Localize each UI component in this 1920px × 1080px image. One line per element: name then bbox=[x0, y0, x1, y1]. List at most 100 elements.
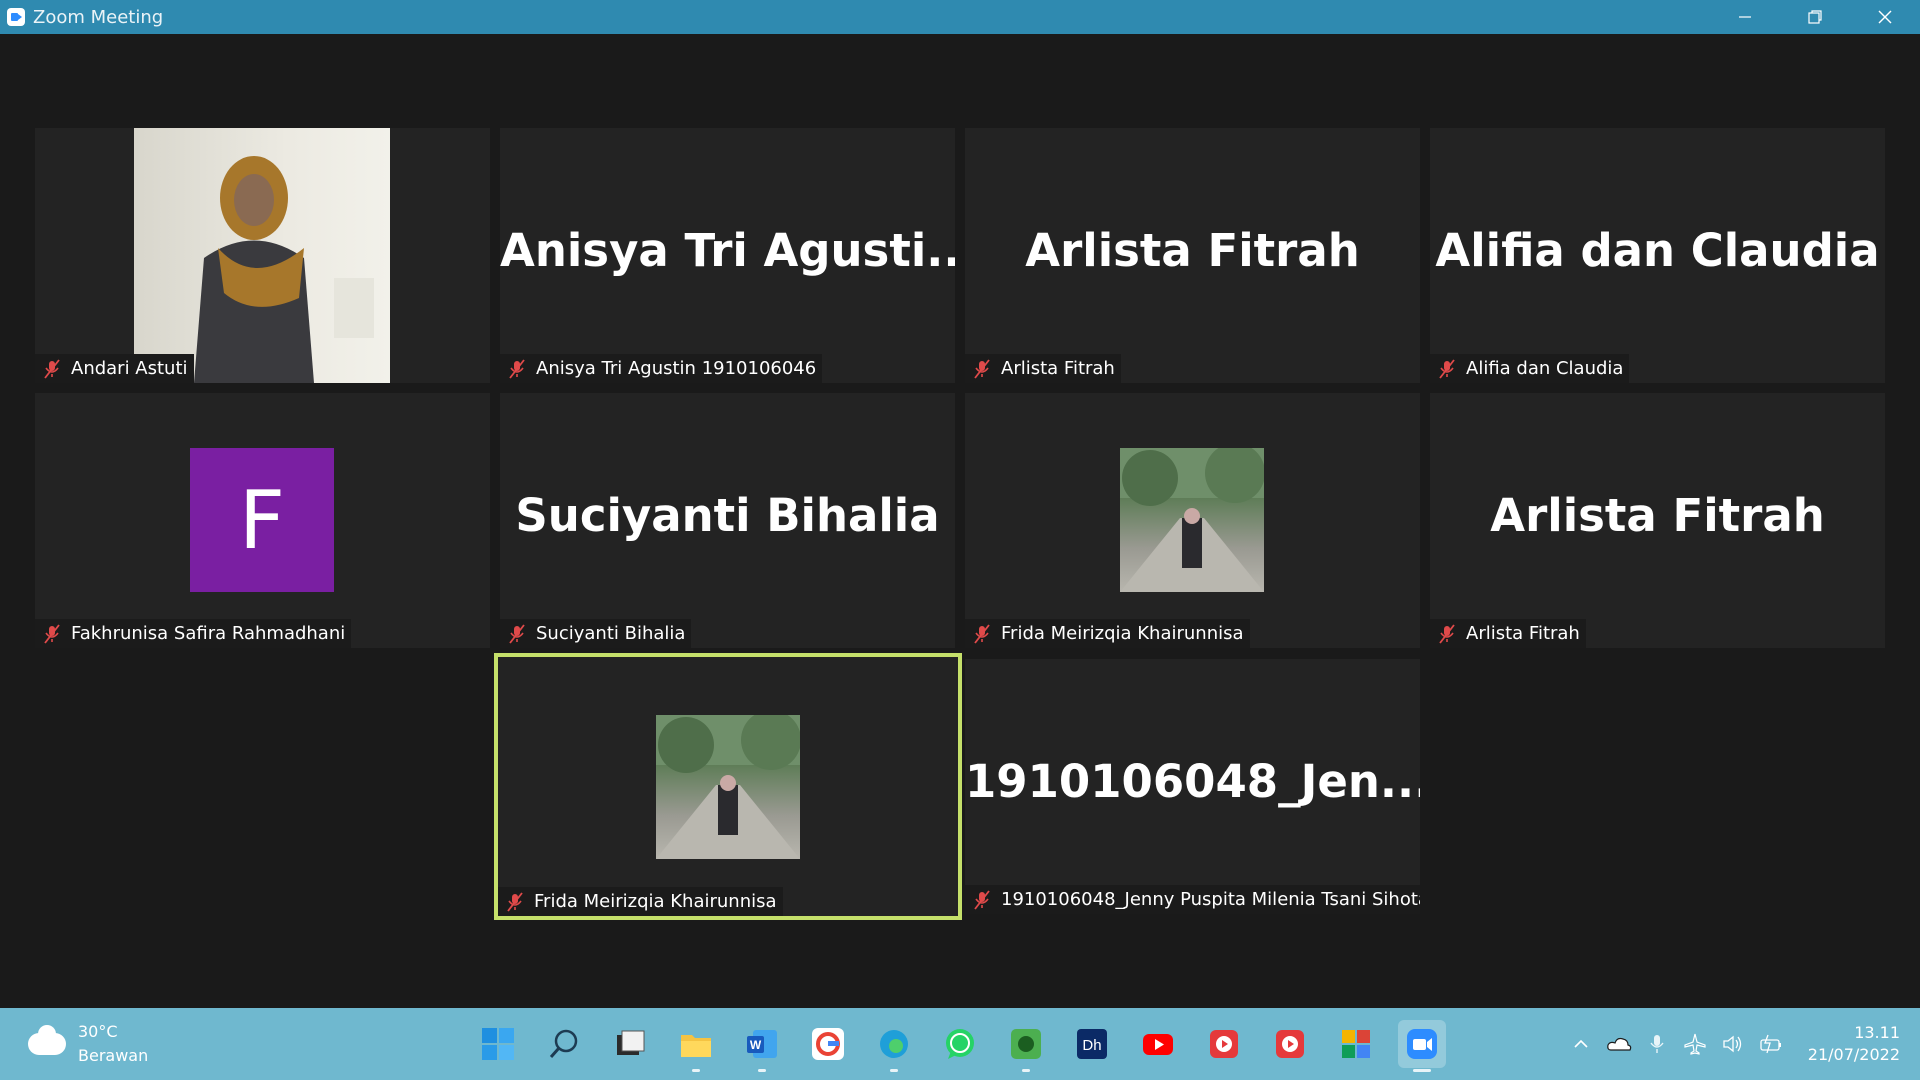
muted-mic-icon bbox=[509, 623, 525, 644]
clock-time: 13.11 bbox=[1854, 1023, 1900, 1042]
running-indicator bbox=[1413, 1069, 1431, 1072]
youtube-button[interactable] bbox=[1134, 1020, 1182, 1068]
whatsapp-icon bbox=[946, 1029, 974, 1059]
video-tile-andari[interactable]: Andari Astuti bbox=[35, 128, 490, 383]
video-tile-anisya[interactable]: Anisya Tri Agusti... Anisya Tri Agustin … bbox=[500, 128, 955, 383]
running-indicator bbox=[890, 1069, 898, 1072]
svg-text:W: W bbox=[750, 1038, 762, 1052]
minimize-icon bbox=[1739, 16, 1751, 18]
folder-icon bbox=[681, 1035, 711, 1057]
player-button-2[interactable] bbox=[1266, 1020, 1314, 1068]
chrome-button[interactable] bbox=[804, 1020, 852, 1068]
app-green-button[interactable] bbox=[1002, 1020, 1050, 1072]
profile-picture bbox=[656, 710, 801, 859]
microphone-button[interactable] bbox=[1642, 1029, 1672, 1059]
player-button[interactable] bbox=[1200, 1020, 1248, 1068]
video-tile-alifia[interactable]: Alifia dan Claudia Alifia dan Claudia bbox=[1430, 128, 1885, 383]
muted-mic-icon bbox=[974, 623, 990, 644]
app-dh-button[interactable]: Dh bbox=[1068, 1020, 1116, 1068]
cloud-icon bbox=[1606, 1037, 1632, 1051]
video-tile-frida-active[interactable]: Frida Meirizqia Khairunnisa bbox=[494, 653, 962, 920]
battery-charging-icon bbox=[1760, 1034, 1781, 1054]
onedrive-button[interactable] bbox=[1604, 1029, 1634, 1059]
participant-nameplate: Anisya Tri Agustin 1910106046 bbox=[500, 354, 823, 383]
participant-nameplate: Frida Meirizqia Khairunnisa bbox=[965, 619, 1250, 648]
task-view-button[interactable] bbox=[606, 1020, 654, 1068]
muted-mic-icon bbox=[44, 623, 60, 644]
participant-name: Anisya Tri Agustin 1910106046 bbox=[536, 358, 817, 379]
participant-name: 1910106048_Jenny Puspita Milenia Tsani S… bbox=[1001, 889, 1420, 910]
muted-mic-icon bbox=[1439, 623, 1455, 644]
participant-name: Frida Meirizqia Khairunnisa bbox=[534, 891, 777, 912]
file-explorer-button[interactable] bbox=[672, 1020, 720, 1072]
puzzle-app-button[interactable] bbox=[1332, 1020, 1380, 1068]
green-app-icon bbox=[1011, 1029, 1041, 1059]
restore-icon bbox=[1808, 10, 1822, 24]
muted-mic-icon bbox=[1439, 358, 1455, 379]
video-tile-fakhrunisa[interactable]: F Fakhrunisa Safira Rahmadhani bbox=[35, 393, 490, 648]
muted-mic-icon bbox=[974, 889, 990, 910]
muted-mic-icon bbox=[507, 891, 523, 912]
close-button[interactable] bbox=[1850, 0, 1920, 34]
play-icon bbox=[1276, 1030, 1304, 1058]
chevron-up-icon bbox=[1574, 1039, 1588, 1048]
person-photo-image bbox=[194, 156, 374, 383]
participant-nameplate: Andari Astuti bbox=[35, 354, 194, 383]
minimize-button[interactable] bbox=[1710, 0, 1780, 34]
running-indicator bbox=[692, 1069, 700, 1072]
muted-mic-icon bbox=[44, 358, 60, 379]
video-tile-jenny[interactable]: 1910106048_Jen... 1910106048_Jenny Puspi… bbox=[965, 659, 1420, 914]
running-indicator bbox=[1022, 1069, 1030, 1072]
participant-display-name: Alifia dan Claudia bbox=[1435, 224, 1880, 277]
profile-photo-image bbox=[656, 710, 801, 859]
participant-nameplate: Fakhrunisa Safira Rahmadhani bbox=[35, 619, 352, 648]
video-tile-arlista[interactable]: Arlista Fitrah Arlista Fitrah bbox=[965, 128, 1420, 383]
cloud-icon bbox=[28, 1025, 66, 1055]
video-tile-suciyanti[interactable]: Suciyanti Bihalia Suciyanti Bihalia bbox=[500, 393, 955, 648]
task-view-icon bbox=[617, 1030, 645, 1055]
participant-display-name: Anisya Tri Agusti... bbox=[500, 224, 955, 277]
muted-mic-icon bbox=[509, 358, 525, 379]
participant-nameplate: Arlista Fitrah bbox=[1430, 619, 1586, 648]
microphone-icon bbox=[1650, 1035, 1664, 1053]
profile-photo-image bbox=[1120, 443, 1265, 592]
weather-condition: Berawan bbox=[78, 1046, 149, 1065]
muted-mic-icon bbox=[974, 358, 990, 379]
participant-display-name: Arlista Fitrah bbox=[1025, 224, 1360, 277]
edge-icon bbox=[880, 1030, 908, 1058]
battery-button[interactable] bbox=[1756, 1029, 1786, 1059]
svg-text:Dh: Dh bbox=[1082, 1037, 1101, 1054]
zoom-button[interactable] bbox=[1398, 1020, 1446, 1072]
participant-nameplate: 1910106048_Jenny Puspita Milenia Tsani S… bbox=[965, 885, 1420, 914]
show-hidden-icons-button[interactable] bbox=[1566, 1029, 1596, 1059]
participant-nameplate: Suciyanti Bihalia bbox=[500, 619, 692, 648]
restore-button[interactable] bbox=[1780, 0, 1850, 34]
word-button[interactable]: W bbox=[738, 1020, 786, 1072]
clock[interactable]: 13.11 21/07/2022 bbox=[1808, 1022, 1900, 1066]
volume-button[interactable] bbox=[1718, 1029, 1748, 1059]
video-tile-arlista-2[interactable]: Arlista Fitrah Arlista Fitrah bbox=[1430, 393, 1885, 648]
dh-app-icon: Dh bbox=[1077, 1029, 1107, 1059]
close-icon bbox=[1878, 10, 1892, 24]
window-title: Zoom Meeting bbox=[33, 6, 164, 28]
start-button[interactable] bbox=[474, 1020, 522, 1068]
participant-name: Arlista Fitrah bbox=[1466, 623, 1580, 644]
zoom-app-icon bbox=[7, 8, 25, 26]
whatsapp-button[interactable] bbox=[936, 1020, 984, 1068]
edge-button[interactable] bbox=[870, 1020, 918, 1072]
taskbar: 30°C Berawan W Dh 13.11 21/07/2022 bbox=[0, 1008, 1920, 1080]
play-icon bbox=[1210, 1030, 1238, 1058]
participant-display-name: Suciyanti Bihalia bbox=[515, 489, 940, 542]
participant-name: Fakhrunisa Safira Rahmadhani bbox=[71, 623, 346, 644]
search-button[interactable] bbox=[540, 1020, 588, 1068]
participant-nameplate: Arlista Fitrah bbox=[965, 354, 1121, 383]
youtube-icon bbox=[1143, 1034, 1173, 1055]
participant-name: Andari Astuti bbox=[71, 358, 188, 379]
participant-display-name: Arlista Fitrah bbox=[1490, 489, 1825, 542]
video-tile-frida[interactable]: Frida Meirizqia Khairunnisa bbox=[965, 393, 1420, 648]
participant-display-name: 1910106048_Jen... bbox=[965, 755, 1420, 808]
participant-name: Frida Meirizqia Khairunnisa bbox=[1001, 623, 1244, 644]
weather-widget[interactable]: 30°C Berawan bbox=[28, 1020, 148, 1068]
participant-name: Alifia dan Claudia bbox=[1466, 358, 1624, 379]
airplane-mode-button[interactable] bbox=[1680, 1029, 1710, 1059]
